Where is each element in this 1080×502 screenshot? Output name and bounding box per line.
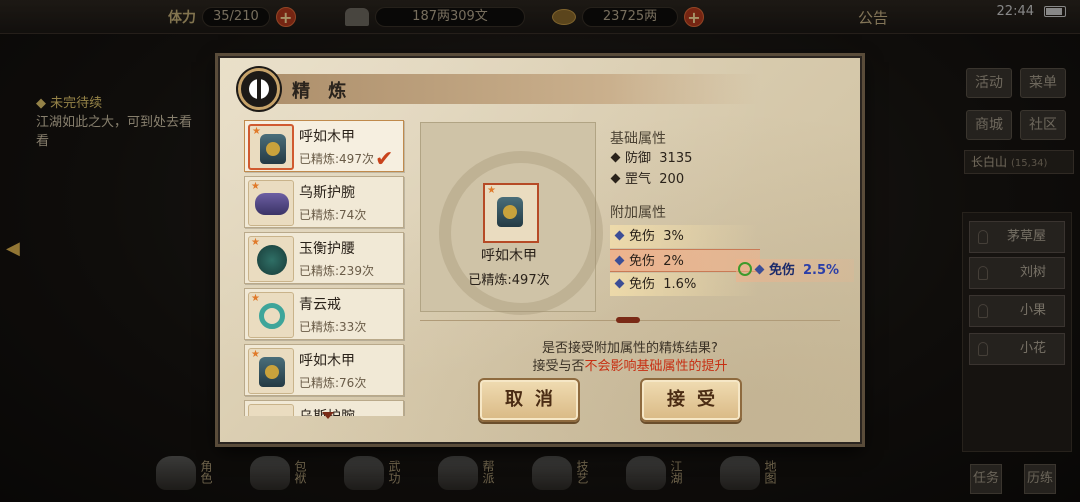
- attr-value: 1.6%: [663, 277, 697, 292]
- item-refine-count: 已精炼:76次: [299, 376, 367, 390]
- preview-refine-count: 已精炼:497次: [468, 273, 550, 288]
- equipment-item[interactable]: ★ 玉衡护腰 已精炼:239次: [244, 232, 404, 284]
- check-icon: ✔: [375, 147, 394, 172]
- item-thumb: ★: [248, 180, 294, 226]
- item-refine-count: 已精炼:74次: [299, 208, 367, 222]
- item-name: 玉衡护腰: [299, 241, 355, 257]
- equipment-item[interactable]: ★ 呼如木甲 已精炼:497次 ✔: [244, 120, 404, 172]
- star-icon: ★: [251, 181, 260, 192]
- diamond-icon: [614, 278, 625, 289]
- attr-label: 罡气: [625, 172, 652, 187]
- accept-button[interactable]: 接受: [640, 378, 742, 422]
- attribute-panel: 基础属性 防御 3135 罡气 200 附加属性 免伤 3% 免伤 2% 免伤 …: [610, 128, 860, 297]
- new-attr-result: 免伤 2.5%: [736, 259, 854, 282]
- equipment-item[interactable]: ★ 乌斯护腕 已精炼:74次: [244, 176, 404, 228]
- base-attr-title: 基础属性: [610, 131, 666, 147]
- item-thumb: ★: [248, 292, 294, 338]
- preview-thumb: ★: [483, 183, 539, 243]
- diamond-icon: [614, 255, 625, 266]
- diamond-icon: [614, 230, 625, 241]
- swap-icon: [738, 262, 752, 276]
- item-name: 乌斯护腕: [299, 185, 355, 201]
- preview-name: 呼如木甲: [481, 248, 537, 264]
- bracer-icon: [255, 193, 289, 215]
- item-thumb: ★: [248, 348, 294, 394]
- dialog-title: 精 炼: [292, 81, 353, 102]
- note-highlight: 不会影响基础属性的提升: [584, 359, 728, 374]
- item-name: 呼如木甲: [299, 129, 355, 145]
- star-icon: ★: [251, 293, 260, 304]
- star-icon: ★: [251, 237, 260, 248]
- refine-dialog: 精 炼 ★ 呼如木甲 已精炼:497次 ✔ ★ 乌斯护腕 已精炼:74次 ★ 玉…: [218, 56, 862, 444]
- item-refine-count: 已精炼:497次: [299, 152, 374, 166]
- belt-icon: [257, 245, 287, 275]
- attr-label: 防御: [625, 151, 652, 166]
- item-refine-count: 已精炼:33次: [299, 320, 367, 334]
- item-name: 呼如木甲: [299, 353, 355, 369]
- cancel-button[interactable]: 取消: [478, 378, 580, 422]
- star-icon: ★: [487, 185, 496, 196]
- confirm-question: 是否接受附加属性的精炼结果?: [542, 341, 718, 356]
- armor-icon: [497, 197, 523, 227]
- taiji-emblem-icon: [238, 68, 280, 110]
- diamond-icon: [610, 152, 621, 163]
- equipment-item[interactable]: ★ 青云戒 已精炼:33次: [244, 288, 404, 340]
- attr-value: 2%: [663, 254, 684, 269]
- scroll-down-icon[interactable]: [318, 412, 336, 422]
- attr-value: 3%: [663, 229, 684, 244]
- item-name: 青云戒: [299, 297, 341, 313]
- star-icon: ★: [252, 126, 261, 137]
- attr-value: 200: [659, 172, 685, 187]
- item-preview: ★ 呼如木甲 已精炼:497次: [420, 122, 603, 315]
- base-attr-row: 防御 3135: [610, 148, 860, 169]
- note-prefix: 接受与否: [532, 359, 585, 374]
- extra-attr-title: 附加属性: [610, 205, 666, 221]
- diamond-icon: [610, 173, 621, 184]
- item-thumb: [248, 404, 294, 416]
- attr-label: 免伤: [629, 254, 656, 269]
- attr-value: 3135: [659, 151, 693, 166]
- equipment-list[interactable]: ★ 呼如木甲 已精炼:497次 ✔ ★ 乌斯护腕 已精炼:74次 ★ 玉衡护腰 …: [244, 120, 408, 416]
- extra-attr-row: 免伤 3%: [610, 225, 758, 248]
- armor-icon: [260, 134, 286, 164]
- new-attr-label: 免伤: [769, 263, 796, 278]
- diamond-icon: [754, 264, 765, 275]
- ring-icon: [259, 303, 285, 329]
- item-thumb: ★: [248, 236, 294, 282]
- attr-label: 免伤: [629, 229, 656, 244]
- new-attr-value: 2.5%: [803, 263, 840, 278]
- item-thumb: ★: [248, 124, 294, 170]
- base-attr-row: 罡气 200: [610, 169, 860, 190]
- item-refine-count: 已精炼:239次: [299, 264, 374, 278]
- confirm-note: 接受与否不会影响基础属性的提升: [420, 355, 840, 374]
- equipment-item[interactable]: ★ 呼如木甲 已精炼:76次: [244, 344, 404, 396]
- divider: [420, 317, 840, 323]
- armor-icon: [259, 357, 285, 387]
- attr-label: 免伤: [629, 277, 656, 292]
- star-icon: ★: [251, 349, 260, 360]
